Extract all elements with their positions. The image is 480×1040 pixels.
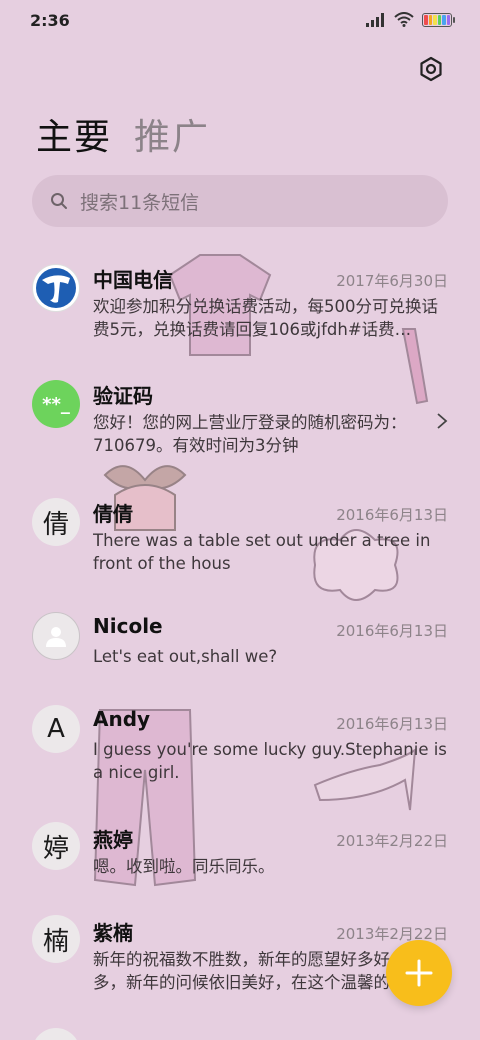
avatar: A (32, 705, 80, 753)
gear-icon (420, 56, 442, 82)
avatar: 楠 (32, 915, 80, 963)
avatar: 倩 (32, 498, 80, 546)
list-item[interactable]: 中国电信 2017年6月30日 欢迎参加积分兑换话费活动，每500分可兑换话费5… (0, 262, 480, 352)
message-date: 2017年6月30日 (336, 272, 448, 290)
avatar-text: **_ (42, 393, 70, 415)
wifi-icon (394, 12, 414, 27)
contact-name: 紫楠 (93, 921, 133, 945)
avatar-text: 楠 (42, 926, 69, 957)
list-item[interactable]: Nicole 2016年6月13日 Let's eat out,shall we… (0, 612, 480, 682)
contact-name: Nicole (93, 614, 163, 638)
list-item[interactable]: 倩 倩倩 2016年6月13日 There was a table set ou… (0, 496, 480, 586)
message-preview: 新年的祝福数不胜数，新年的愿望好多好多，新年的问候依旧美好，在这个温馨的时刻 (93, 950, 390, 992)
message-date: 2016年6月13日 (336, 715, 448, 733)
message-preview: There was a table set out under a tree i… (93, 531, 431, 573)
message-date: 2013年2月22日 (336, 832, 448, 850)
list-item[interactable]: **_ 验证码 您好！您的网上营业厅登录的随机密码为：710679。有效时间为3… (0, 378, 480, 468)
contact-name: 中国电信 (93, 268, 173, 292)
china-telecom-logo-icon (36, 268, 76, 308)
message-preview: 嗯。收到啦。同乐同乐。 (93, 857, 275, 876)
avatar (32, 612, 80, 660)
avatar: 婷 (32, 822, 80, 870)
avatar-text: 婷 (42, 833, 69, 864)
new-message-button[interactable] (386, 940, 452, 1006)
contact-name: 验证码 (93, 384, 153, 408)
contact-name: 倩倩 (93, 502, 133, 526)
battery-icon (422, 12, 455, 27)
contact-name: Andy (93, 707, 151, 731)
list-item[interactable]: 婷 燕婷 2013年2月22日 嗯。收到啦。同乐同乐。 (0, 822, 480, 892)
tab-primary[interactable]: 主要 (36, 108, 112, 160)
message-date: 2016年6月13日 (336, 506, 448, 524)
search-input[interactable]: 搜索11条短信 (32, 175, 448, 227)
message-date: 2013年2月22日 (336, 925, 448, 943)
contact-name: 燕婷 (93, 828, 133, 852)
message-date: 2016年6月13日 (336, 622, 448, 640)
message-preview: 您好！您的网上营业厅登录的随机密码为：710679。有效时间为3分钟 (93, 413, 407, 455)
status-time: 2:36 (30, 11, 70, 30)
search-placeholder: 搜索11条短信 (80, 191, 200, 214)
avatar: **_ (32, 380, 80, 428)
avatar-text: 倩 (42, 509, 69, 540)
plus-icon (405, 959, 433, 987)
message-preview: Let's eat out,shall we? (93, 647, 278, 666)
message-preview: 欢迎参加积分兑换话费活动，每500分可兑换话费5元，兑换话费请回复106或jfd… (93, 297, 438, 339)
avatar (32, 264, 80, 312)
tab-bar: 主要 推广 (36, 108, 210, 160)
message-preview: I guess you're some lucky guy.Stephanie … (93, 740, 447, 782)
person-icon (46, 627, 66, 647)
status-icons (366, 12, 455, 27)
search-icon (51, 193, 67, 209)
avatar (32, 1028, 80, 1040)
list-item[interactable]: A Andy 2016年6月13日 I guess you're some lu… (0, 705, 480, 795)
tab-promotions[interactable]: 推广 (134, 108, 210, 160)
chevron-right-icon[interactable] (436, 412, 448, 430)
settings-button[interactable] (418, 56, 444, 82)
avatar-text: A (47, 714, 65, 744)
status-bar: 2:36 (0, 0, 480, 40)
signal-icon (366, 12, 384, 27)
